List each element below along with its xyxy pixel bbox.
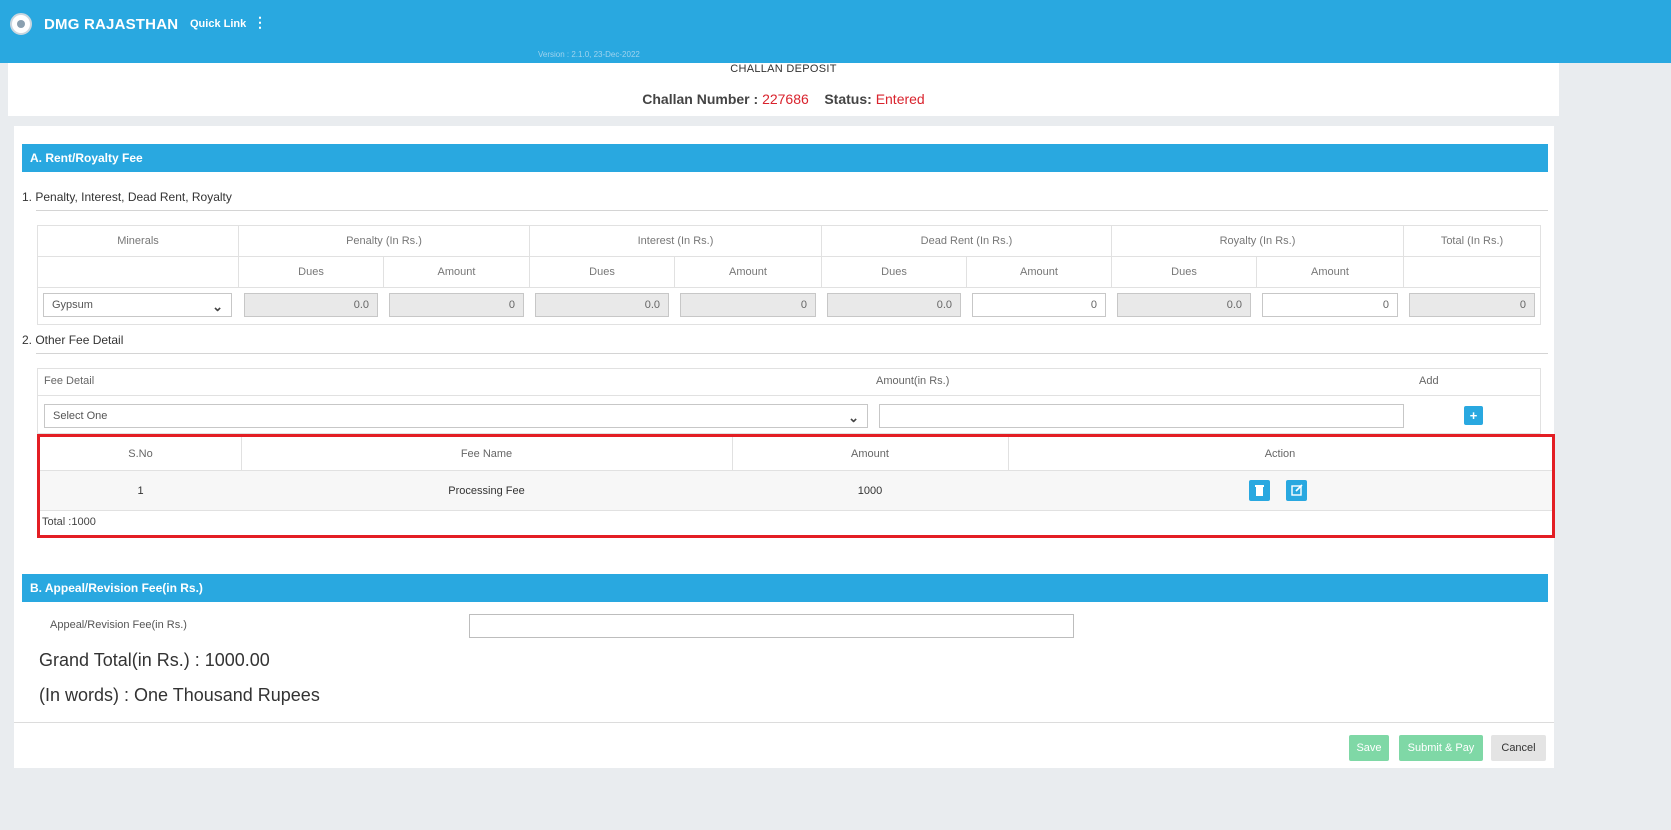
divider	[36, 210, 1548, 211]
page-title: CHALLAN DEPOSIT	[730, 63, 837, 75]
interest-amount-header: Amount	[674, 256, 822, 288]
brand-title[interactable]: DMG RAJASTHAN	[44, 16, 178, 33]
add-label: Add	[1419, 375, 1439, 387]
interest-dues-header: Dues	[529, 256, 675, 288]
penalty-dues-header: Dues	[238, 256, 384, 288]
challan-info: Challan Number : 227686 Status: Entered	[8, 91, 1559, 107]
dead-rent-dues-field: 0.0	[827, 293, 961, 317]
grand-total: Grand Total(in Rs.) : 1000.00	[39, 650, 270, 670]
status-label: Status:	[824, 91, 876, 107]
fee-amount-input[interactable]	[879, 404, 1404, 428]
fee-entry-header	[37, 368, 1541, 396]
fee-detail-select-value: Select One	[53, 410, 108, 422]
fee-row-sno: 1	[40, 471, 242, 511]
other-fee-section-title: 2. Other Fee Detail	[22, 333, 124, 347]
status-value: Entered	[875, 91, 925, 107]
fee-detail-label: Fee Detail	[44, 375, 95, 387]
edit-icon	[1290, 484, 1303, 496]
chevron-down-icon: ⌄	[212, 299, 223, 314]
edit-fee-button[interactable]	[1286, 480, 1307, 501]
amount-label: Amount(in Rs.)	[876, 375, 950, 387]
fee-total: Total :1000	[42, 516, 96, 528]
chevron-down-icon: ⌄	[848, 410, 859, 425]
total-subheader	[1403, 256, 1541, 288]
challan-number: 227686	[762, 91, 809, 107]
fee-row-amount: 1000	[732, 471, 1009, 511]
dead-rent-header: Dead Rent (In Rs.)	[821, 225, 1112, 257]
penalty-section-title: 1. Penalty, Interest, Dead Rent, Royalty	[22, 190, 232, 204]
dead-rent-amount-input[interactable]: 0	[972, 293, 1106, 317]
royalty-amount-input[interactable]: 0	[1262, 293, 1398, 317]
section-b-header: B. Appeal/Revision Fee(in Rs.)	[22, 574, 1548, 602]
col-amount: Amount	[732, 437, 1009, 471]
challan-header-panel: CHALLAN DEPOSIT Challan Number : 227686 …	[8, 63, 1559, 116]
col-fee-name: Fee Name	[241, 437, 733, 471]
interest-header: Interest (In Rs.)	[529, 225, 822, 257]
fee-row-actions	[1008, 471, 1552, 511]
dead-rent-amount-header: Amount	[966, 256, 1112, 288]
royalty-amount-header: Amount	[1256, 256, 1404, 288]
trash-icon	[1255, 485, 1264, 496]
mineral-select-value: Gypsum	[52, 299, 93, 311]
appeal-fee-input[interactable]	[469, 614, 1074, 638]
cancel-button[interactable]: Cancel	[1491, 735, 1546, 761]
top-navbar: DMG RAJASTHAN Quick Link ⋮ Version : 2.1…	[0, 0, 1671, 63]
royalty-dues-header: Dues	[1111, 256, 1257, 288]
penalty-amount-field: 0	[389, 293, 524, 317]
dmg-logo-icon	[10, 13, 32, 35]
minerals-header: Minerals	[37, 225, 239, 257]
total-field: 0	[1409, 293, 1535, 317]
penalty-dues-field: 0.0	[244, 293, 378, 317]
fee-detail-select[interactable]: Select One ⌄	[44, 404, 868, 428]
save-button[interactable]: Save	[1349, 735, 1389, 761]
quick-link[interactable]: Quick Link	[190, 18, 246, 30]
royalty-dues-field: 0.0	[1117, 293, 1251, 317]
divider	[36, 353, 1548, 354]
quick-link-menu-icon[interactable]: ⋮	[253, 15, 267, 29]
version-text: Version : 2.1.0, 23-Dec-2022	[538, 50, 640, 59]
appeal-fee-label: Appeal/Revision Fee(in Rs.)	[50, 619, 187, 631]
penalty-amount-header: Amount	[383, 256, 530, 288]
royalty-header: Royalty (In Rs.)	[1111, 225, 1404, 257]
dead-rent-dues-header: Dues	[821, 256, 967, 288]
footer-divider	[14, 722, 1554, 723]
total-in-words: (In words) : One Thousand Rupees	[39, 685, 320, 705]
submit-pay-button[interactable]: Submit & Pay	[1399, 735, 1483, 761]
mineral-select[interactable]: Gypsum ⌄	[43, 293, 232, 317]
col-sno: S.No	[40, 437, 242, 471]
delete-fee-button[interactable]	[1249, 480, 1270, 501]
interest-amount-field: 0	[680, 293, 816, 317]
add-fee-button[interactable]: +	[1464, 406, 1483, 425]
minerals-subheader	[37, 256, 239, 288]
challan-number-label: Challan Number :	[642, 91, 763, 107]
fee-row-name: Processing Fee	[241, 471, 733, 511]
col-action: Action	[1008, 437, 1552, 471]
section-a-header: A. Rent/Royalty Fee	[22, 144, 1548, 172]
penalty-header: Penalty (In Rs.)	[238, 225, 530, 257]
total-header: Total (In Rs.)	[1403, 225, 1541, 257]
interest-dues-field: 0.0	[535, 293, 669, 317]
